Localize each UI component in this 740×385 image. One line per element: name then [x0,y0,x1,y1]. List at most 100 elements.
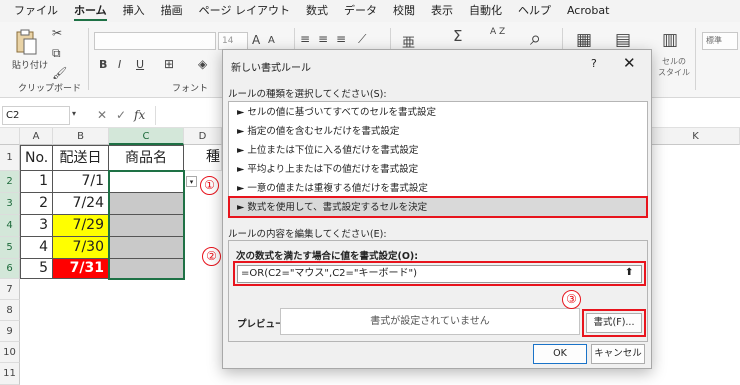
help-button[interactable]: ? [591,57,597,70]
rule-type-item[interactable]: ► セルの値に基づいてすべてのセルを書式設定 [229,103,647,122]
header-date[interactable]: 配送日 [53,145,109,171]
paste-icon[interactable] [14,28,38,56]
row-header-7[interactable]: 7 [0,279,20,300]
menu-acrobat[interactable]: Acrobat [559,0,617,22]
column-header-b[interactable]: B [53,128,109,145]
menu-file[interactable]: ファイル [6,0,66,22]
step-marker-1: ① [200,176,219,195]
format-painter-icon[interactable]: 🖌 [52,66,67,80]
autosum-button[interactable]: Σ [453,27,462,45]
row-header-3[interactable]: 3 [0,193,20,215]
cell-no[interactable]: 5 [20,259,53,279]
column-header-d[interactable]: D [184,128,222,145]
cut-icon[interactable]: ✂ [52,26,62,40]
header-product[interactable]: 商品名 [109,145,184,171]
row-header-11[interactable]: 11 [0,363,20,385]
column-header-a[interactable]: A [20,128,53,145]
table-format-icon[interactable]: ▤ [615,30,631,50]
align-top-icon[interactable]: ≡ [300,32,310,46]
menu-bar: ファイル ホーム 挿入 描画 ページ レイアウト 数式 データ 校閲 表示 自動… [0,0,740,22]
cell-style-label[interactable]: セルの スタイル [658,56,690,78]
dialog-title: 新しい書式ルール [231,63,311,74]
insert-function-icon[interactable]: fx [134,108,145,122]
name-box-dropdown-icon[interactable]: ▾ [72,109,76,118]
bold-button[interactable]: B [99,58,107,71]
selection-outline [108,170,185,280]
column-header-k[interactable]: K [652,128,740,145]
cell-style-icon[interactable]: ▥ [662,30,678,50]
rule-type-item[interactable]: ► 上位または下位に入る値だけを書式設定 [229,141,647,160]
cell-no[interactable]: 3 [20,215,53,237]
italic-button[interactable]: I [118,58,121,71]
cell-no[interactable]: 1 [20,171,53,193]
preview-text: 書式が設定されていません [370,316,490,327]
menu-page-layout[interactable]: ページ レイアウト [191,0,298,22]
orientation-icon[interactable]: ⟋ [358,32,366,47]
column-header-c[interactable]: C [109,128,184,145]
find-icon[interactable]: ⌕ [530,26,541,50]
increase-font-size-button[interactable]: A [252,33,260,47]
clipboard-group-label: クリップボード [18,84,82,94]
header-extra[interactable]: 種 [184,145,222,171]
cell-no[interactable]: 4 [20,237,53,259]
cell-date[interactable]: 7/1 [53,171,109,193]
cell-date[interactable]: 7/31 [53,259,109,279]
autofill-dropdown[interactable]: ▾ [186,176,197,187]
cell-date[interactable]: 7/24 [53,193,109,215]
paste-label[interactable]: 貼り付け [12,58,48,71]
rule-type-item[interactable]: ► 指定の値を含むセルだけを書式設定 [229,122,647,141]
menu-data[interactable]: データ [336,0,385,22]
step-marker-3: ③ [562,290,581,309]
number-format-select[interactable]: 標準 [702,32,738,50]
ribbon-separator [695,28,696,90]
borders-icon[interactable]: ⊞ [164,57,174,71]
fill-color-icon[interactable]: ◈ [198,57,207,71]
formula-input[interactable] [155,106,222,125]
ok-button[interactable]: OK [533,344,587,364]
row-header-5[interactable]: 5 [0,237,20,259]
copy-icon[interactable]: ⧉ [52,46,61,61]
row-header-2[interactable]: 2 [0,171,20,193]
row-header-4[interactable]: 4 [0,215,20,237]
align-bottom-icon[interactable]: ≡ [336,32,346,46]
name-box[interactable]: C2 [2,106,70,125]
cell-no[interactable]: 2 [20,193,53,215]
row-header-10[interactable]: 10 [0,342,20,363]
close-icon[interactable]: ✕ [623,54,636,72]
sort-filter-button[interactable]: A Z [490,27,505,37]
number-format-value: 標準 [706,36,722,45]
align-middle-icon[interactable]: ≡ [318,32,328,46]
row-header-9[interactable]: 9 [0,321,20,342]
font-group-label: フォント [172,84,209,94]
highlight-format-button [582,309,646,337]
font-name-select[interactable] [94,32,216,50]
highlight-formula [233,261,646,286]
decrease-font-size-button[interactable]: A [268,35,275,46]
menu-home[interactable]: ホーム [66,0,115,22]
cell-date[interactable]: 7/30 [53,237,109,259]
menu-help[interactable]: ヘルプ [510,0,559,22]
menu-review[interactable]: 校閲 [385,0,423,22]
cell-date[interactable]: 7/29 [53,215,109,237]
row-header-6[interactable]: 6 [0,259,20,279]
ribbon-separator [88,28,89,90]
corner-select-all[interactable] [0,128,20,145]
underline-button[interactable]: U [136,58,144,71]
edit-rule-label: ルールの内容を編集してください(E): [228,229,387,240]
font-size-select[interactable]: 14 [218,32,248,50]
menu-formulas[interactable]: 数式 [298,0,336,22]
cancel-entry-icon[interactable]: ✕ [97,108,107,122]
menu-automate[interactable]: 自動化 [461,0,510,22]
rule-edit-panel: 次の数式を満たす場合に値を書式設定(O): =OR(C2="マウス",C2="キ… [228,240,648,342]
menu-draw[interactable]: 描画 [153,0,191,22]
menu-view[interactable]: 表示 [423,0,461,22]
menu-insert[interactable]: 挿入 [115,0,153,22]
name-box-value: C2 [6,110,20,121]
rule-type-item[interactable]: ► 平均より上または下の値だけを書式設定 [229,160,647,179]
row-header-8[interactable]: 8 [0,300,20,321]
confirm-entry-icon[interactable]: ✓ [116,108,126,122]
row-header-1[interactable]: 1 [0,145,20,171]
cancel-button[interactable]: キャンセル [591,344,645,364]
header-no[interactable]: No. [20,145,53,171]
conditional-format-icon[interactable]: ▦ [576,30,592,50]
